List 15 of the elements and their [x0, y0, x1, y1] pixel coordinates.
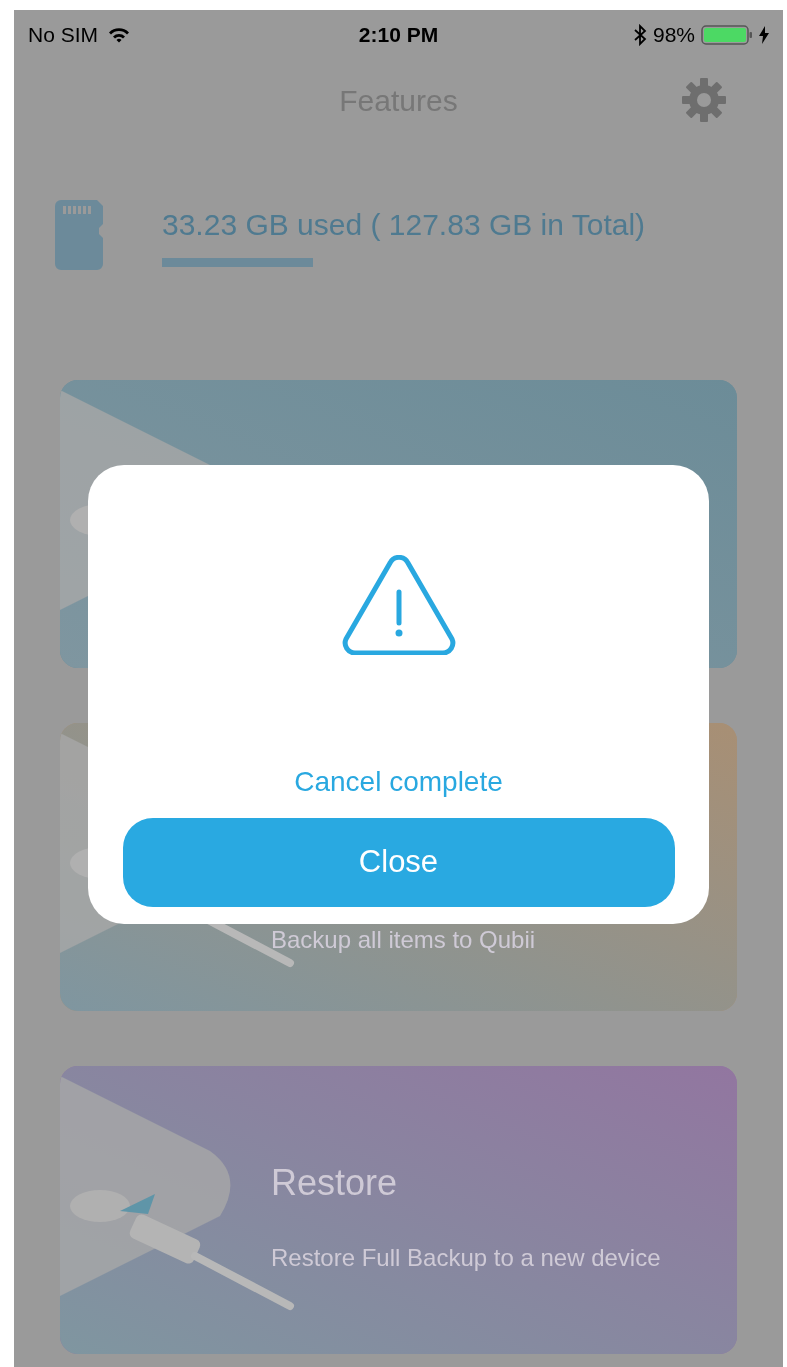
battery-icon [701, 24, 753, 46]
storage-usage-text: 33.23 GB used ( 127.83 GB in Total) [162, 207, 646, 243]
clock-time: 2:10 PM [358, 22, 439, 49]
settings-icon[interactable] [680, 76, 728, 124]
battery-percent: 98% [652, 22, 695, 49]
card-subtitle: Backup all items to Qubii [271, 925, 536, 955]
feature-card[interactable]: Restore Restore Full Backup to a new device [60, 1066, 737, 1354]
wifi-icon [108, 27, 130, 43]
close-button[interactable]: Close [122, 818, 675, 907]
charging-bolt-icon [759, 26, 769, 44]
dialog-message: Cancel complete [294, 765, 503, 799]
bluetooth-icon [633, 24, 647, 46]
card-title: Restore [271, 1161, 398, 1205]
card-subtitle: Restore Full Backup to a new device [271, 1243, 661, 1273]
carrier-label: No SIM [28, 22, 98, 49]
